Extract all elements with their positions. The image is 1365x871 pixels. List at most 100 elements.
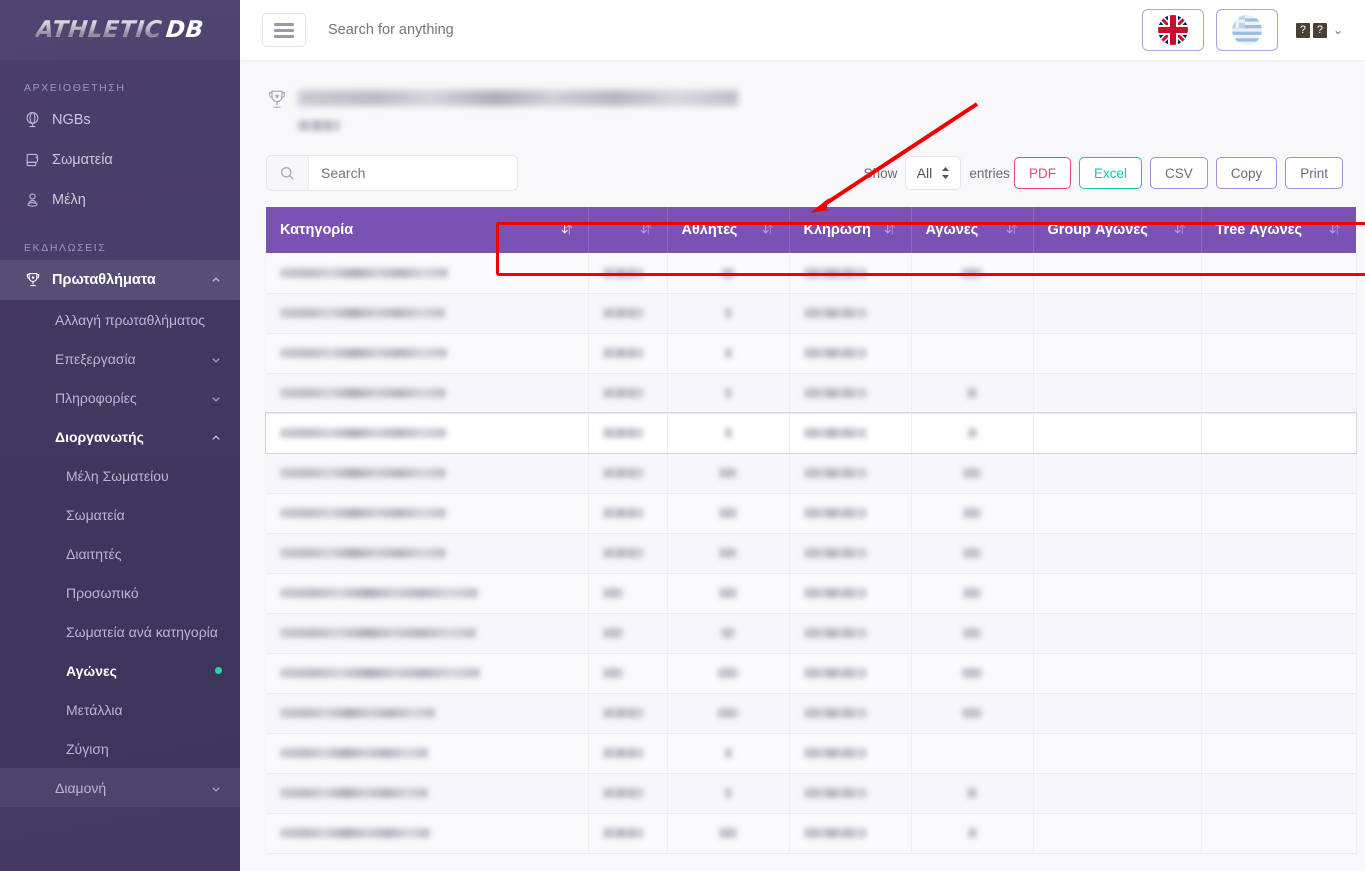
table-cell-κλήρωση [789, 613, 912, 654]
page-length-select[interactable]: All [905, 156, 962, 190]
sort-toggle-icon[interactable] [560, 222, 574, 239]
table-row[interactable] [266, 253, 1357, 294]
brand-logo[interactable]: ATHLETICDB [0, 0, 240, 60]
table-row[interactable] [265, 412, 1357, 454]
redacted-value [962, 267, 982, 278]
sort-toggle-icon[interactable] [1005, 222, 1019, 239]
table-row[interactable] [266, 533, 1357, 574]
sort-toggle-icon[interactable] [761, 222, 775, 239]
table-row[interactable] [266, 653, 1357, 694]
sidebar-item-meli[interactable]: Μέλη [0, 180, 240, 220]
table-row[interactable] [266, 373, 1357, 414]
redacted-value [719, 548, 737, 558]
table-row[interactable] [266, 613, 1357, 654]
language-button-en[interactable] [1141, 9, 1204, 51]
sidebar-subitem-somateia-ana-katigoria[interactable]: Σωματεία ανά κατηγορία [0, 612, 240, 651]
column-header-blank[interactable] [588, 207, 668, 253]
table-row[interactable] [266, 573, 1357, 614]
language-button-el[interactable] [1215, 9, 1278, 51]
redacted-value [602, 348, 643, 358]
sort-toggle-icon[interactable] [1328, 222, 1342, 239]
table-search-input[interactable] [309, 156, 517, 190]
column-header-αγώνες[interactable]: Αγώνες [911, 207, 1034, 253]
export-excel-button[interactable]: Excel [1078, 157, 1142, 189]
sidebar-subitem-prosopiko[interactable]: Προσωπικό [0, 573, 240, 612]
redacted-value [280, 668, 480, 678]
redacted-value [602, 828, 643, 838]
sidebar-subitem-diorganotis[interactable]: Διοργανωτής [0, 417, 240, 456]
table-cell-κλήρωση [789, 413, 912, 454]
column-header-tree-αγώνες[interactable]: Tree Αγώνες [1201, 207, 1356, 253]
sort-toggle-icon[interactable] [639, 222, 653, 239]
table-cell-αθλητές [667, 773, 790, 814]
sort-toggle-icon[interactable] [883, 222, 897, 239]
sidebar-subitem-plirofories[interactable]: Πληροφορίες [0, 378, 240, 417]
table-cell-κατηγορία [266, 773, 589, 814]
table-cell-κατηγορία [266, 253, 589, 294]
sidebar-subitem-allagi-protathlimatos[interactable]: Αλλαγή πρωταθλήματος [0, 300, 240, 339]
print-button[interactable]: Print [1285, 157, 1343, 189]
table-search[interactable] [266, 155, 518, 191]
table-row[interactable] [266, 333, 1357, 374]
table-row[interactable] [266, 773, 1357, 814]
table-cell-αγώνες [911, 493, 1034, 534]
sidebar-subitem-epexergasia[interactable]: Επεξεργασία [0, 339, 240, 378]
hamburger-menu-icon[interactable] [262, 13, 306, 47]
redacted-value [962, 708, 982, 718]
redacted-value [280, 748, 428, 758]
table-cell-αγώνες [911, 253, 1034, 294]
sidebar-subitem-diamoni[interactable]: Διαμονή [0, 768, 240, 807]
table-cell-blank [588, 373, 668, 414]
table-cell-blank [588, 773, 668, 814]
redacted-value [962, 668, 982, 678]
copy-button[interactable]: Copy [1215, 157, 1278, 189]
column-header-group-αγώνες[interactable]: Group Αγώνες [1033, 207, 1202, 253]
column-header-κατηγορία[interactable]: Κατηγορία [266, 207, 589, 253]
table-cell-group-αγώνες [1033, 653, 1202, 694]
sidebar-item-protathlimata[interactable]: Πρωταθλήματα [0, 260, 240, 300]
column-header-κλήρωση[interactable]: Κλήρωση [789, 207, 912, 253]
table-cell-tree-αγώνες [1201, 533, 1357, 574]
table-row[interactable] [266, 693, 1357, 734]
sidebar-subitem-metallia[interactable]: Μετάλλια [0, 690, 240, 729]
global-search-input[interactable] [328, 22, 748, 38]
table-row[interactable] [266, 813, 1357, 854]
redacted-value [967, 428, 977, 438]
redacted-value [724, 388, 732, 398]
table-cell-tree-αγώνες [1201, 773, 1357, 814]
column-header-label: Κατηγορία [280, 222, 354, 238]
export-pdf-button[interactable]: PDF [1013, 157, 1071, 189]
sidebar-subitem-agones[interactable]: Αγώνες [0, 651, 240, 690]
redacted-value [719, 828, 737, 838]
redacted-value [280, 788, 428, 798]
trophy-icon [266, 88, 288, 112]
sidebar-subitem-meli-somateiou[interactable]: Μέλη Σωματείου [0, 456, 240, 495]
table-cell-blank [588, 493, 668, 534]
sidebar-subitem-diaitites[interactable]: Διαιτητές [0, 534, 240, 573]
sort-toggle-icon[interactable] [1173, 222, 1187, 239]
redacted-value [280, 267, 448, 278]
table-cell-κατηγορία [266, 573, 589, 614]
sidebar-subitem-zygisi[interactable]: Ζύγιση [0, 729, 240, 768]
sidebar-subitem-label: Μετάλλια [66, 701, 123, 718]
user-menu[interactable]: ? ? ⌄ [1295, 22, 1343, 38]
table-row[interactable] [266, 453, 1357, 494]
redacted-value [963, 548, 981, 558]
sidebar-subitem-somateia[interactable]: Σωματεία [0, 495, 240, 534]
sidebar-item-ngbs[interactable]: NGBs [0, 100, 240, 140]
column-header-label: Tree Αγώνες [1215, 222, 1303, 238]
export-csv-button[interactable]: CSV [1149, 157, 1208, 189]
column-header-αθλητές[interactable]: Αθλητές [667, 207, 790, 253]
table-row[interactable] [266, 493, 1357, 534]
table-cell-group-αγώνες [1033, 533, 1202, 574]
table-row[interactable] [266, 293, 1357, 334]
table-cell-αθλητές [667, 813, 790, 854]
table-cell-αγώνες [911, 773, 1034, 814]
redacted-value [280, 388, 446, 398]
sidebar-item-somateia[interactable]: Σωματεία [0, 140, 240, 180]
table-cell-αγώνες [911, 573, 1034, 614]
redacted-value [602, 428, 643, 438]
table-row[interactable] [266, 733, 1357, 774]
redacted-value [280, 708, 435, 718]
table-cell-blank [588, 333, 668, 374]
